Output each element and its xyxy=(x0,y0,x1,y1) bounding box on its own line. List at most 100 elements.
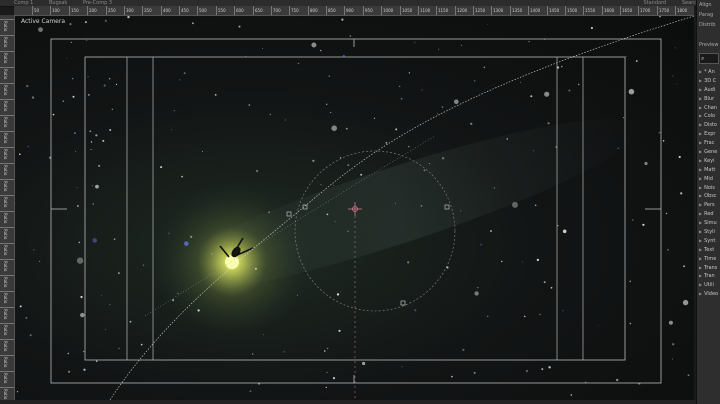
star xyxy=(562,309,564,312)
effects-category-label: Keyi xyxy=(704,157,715,164)
effects-category-label: Time xyxy=(704,255,717,262)
expand-arrow-icon[interactable]: ▶ xyxy=(699,193,702,198)
effects-category-item[interactable]: ▶ Frac xyxy=(697,139,720,148)
ruler-label: 1500 xyxy=(567,8,578,13)
effects-category-item[interactable]: ▶ Expr xyxy=(697,130,720,139)
effects-category-item[interactable]: ▶ Blur xyxy=(697,95,720,104)
expand-arrow-icon[interactable]: ▶ xyxy=(699,140,702,145)
effects-category-item[interactable]: ▶ Time xyxy=(697,255,720,264)
ruler-label: 1550 xyxy=(585,8,596,13)
effects-category-item[interactable]: ▶ Colo xyxy=(697,112,720,121)
effects-category-item[interactable]: ▶ Nois xyxy=(697,184,720,193)
expand-arrow-icon[interactable]: ▶ xyxy=(699,265,702,270)
effects-category-item[interactable]: ▶ Styli xyxy=(697,228,720,237)
expand-arrow-icon[interactable]: ▶ xyxy=(699,69,702,74)
vruler-label: Ratio xyxy=(3,309,8,320)
expand-arrow-icon[interactable]: ▶ xyxy=(699,78,702,83)
star xyxy=(617,147,619,149)
panel-tab-align[interactable]: Align xyxy=(697,0,720,10)
star xyxy=(101,295,102,297)
vertical-ruler[interactable]: Ratio Ratio Ratio Ratio Ratio Ratio Ratio Ratio… xyxy=(0,15,15,404)
effects-category-item[interactable]: ▶ Disto xyxy=(697,121,720,130)
expand-arrow-icon[interactable]: ▶ xyxy=(699,113,702,118)
expand-arrow-icon[interactable]: ▶ xyxy=(699,238,702,243)
effects-category-item[interactable]: ▶ Utili xyxy=(697,281,720,290)
expand-arrow-icon[interactable]: ▶ xyxy=(699,149,702,154)
effects-category-item[interactable]: ▶ 3D C xyxy=(697,77,720,86)
expand-arrow-icon[interactable]: ▶ xyxy=(699,220,702,225)
ruler-label: 1350 xyxy=(512,8,523,13)
effects-category-item[interactable]: ▶ Simu xyxy=(697,219,720,228)
expand-arrow-icon[interactable]: ▶ xyxy=(699,167,702,172)
star xyxy=(62,100,65,102)
star xyxy=(16,391,19,393)
bounds-handle-bottom[interactable] xyxy=(400,300,406,306)
ruler-label: 50 xyxy=(34,8,40,13)
expand-arrow-icon[interactable]: ▶ xyxy=(699,256,702,261)
expand-arrow-icon[interactable]: ▶ xyxy=(699,247,702,252)
effects-category-item[interactable]: ▶ Mid xyxy=(697,175,720,184)
expand-arrow-icon[interactable]: ▶ xyxy=(699,122,702,127)
effects-category-item[interactable]: ▶ Red xyxy=(697,210,720,219)
expand-arrow-icon[interactable]: ▶ xyxy=(699,96,702,101)
effects-category-item[interactable]: ▶ Pers xyxy=(697,201,720,210)
star xyxy=(672,343,675,346)
expand-arrow-icon[interactable]: ▶ xyxy=(699,273,702,278)
expand-arrow-icon[interactable]: ▶ xyxy=(699,185,702,190)
composition-viewport[interactable]: Active Camera xyxy=(15,16,694,400)
expand-arrow-icon[interactable]: ▶ xyxy=(699,202,702,207)
expand-arrow-icon[interactable]: ▶ xyxy=(699,87,702,92)
star xyxy=(72,78,74,80)
star xyxy=(328,75,330,77)
star xyxy=(326,103,328,106)
panel-tab-paragraph[interactable]: Parag xyxy=(697,10,720,20)
star xyxy=(33,249,35,251)
effects-category-item[interactable]: ▶ Synt xyxy=(697,237,720,246)
star xyxy=(544,91,550,97)
star xyxy=(644,161,648,166)
star xyxy=(92,203,95,205)
expand-arrow-icon[interactable]: ▶ xyxy=(699,282,702,287)
effects-category-item[interactable]: ▶ * An xyxy=(697,68,720,77)
effects-category-item[interactable]: ▶ Obsc xyxy=(697,192,720,201)
star xyxy=(197,309,200,312)
panel-tab-distribute[interactable]: Distrib xyxy=(697,20,720,30)
vruler-label: Ratio xyxy=(3,101,8,112)
star xyxy=(557,66,560,69)
star xyxy=(682,299,689,306)
star xyxy=(69,23,72,26)
expand-arrow-icon[interactable]: ▶ xyxy=(699,131,702,136)
star xyxy=(395,128,398,131)
effects-category-item[interactable]: ▶ Trans xyxy=(697,264,720,273)
star xyxy=(333,184,335,186)
expand-arrow-icon[interactable]: ▶ xyxy=(699,105,702,110)
scene-canvas[interactable] xyxy=(15,16,694,400)
star xyxy=(562,229,567,234)
expand-arrow-icon[interactable]: ▶ xyxy=(699,229,702,234)
star xyxy=(90,149,92,150)
vruler-tick xyxy=(0,339,14,340)
star xyxy=(118,272,120,274)
effects-category-item[interactable]: ▶ Keyi xyxy=(697,157,720,166)
star xyxy=(170,129,172,131)
effects-category-item[interactable]: ▶ Gene xyxy=(697,148,720,157)
effects-category-item[interactable]: ▶ Chan xyxy=(697,104,720,113)
panel-tab-preview[interactable]: Preview xyxy=(697,40,720,50)
expand-arrow-icon[interactable]: ▶ xyxy=(699,291,702,296)
star xyxy=(140,343,143,346)
effects-category-item[interactable]: ▶ Matt xyxy=(697,166,720,175)
expand-arrow-icon[interactable]: ▶ xyxy=(699,176,702,181)
effects-category-item[interactable]: ▶ Video xyxy=(697,290,720,299)
effects-category-item[interactable]: ▶ Audi xyxy=(697,86,720,95)
expand-arrow-icon[interactable]: ▶ xyxy=(699,158,702,163)
effects-category-item[interactable]: ▶ Text xyxy=(697,246,720,255)
effects-search-input[interactable]: ⌕ xyxy=(699,53,719,64)
star xyxy=(87,76,89,78)
star xyxy=(671,358,673,360)
effects-category-item[interactable]: ▶ Tran xyxy=(697,272,720,281)
horizontal-ruler[interactable]: 50 100 150 200 250 300 350 400 450 500 550 600 650 70… xyxy=(14,6,694,16)
star xyxy=(297,62,300,65)
expand-arrow-icon[interactable]: ▶ xyxy=(699,211,702,216)
star xyxy=(347,230,349,232)
effects-category-label: Frac xyxy=(704,140,715,147)
